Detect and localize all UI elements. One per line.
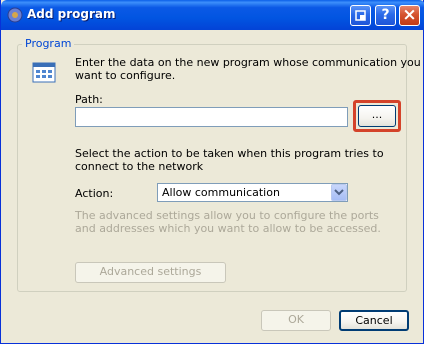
program-window-icon xyxy=(32,62,56,83)
action-select[interactable]: Allow communication xyxy=(157,183,348,202)
action-intro-line1: Select the action to be taken when this … xyxy=(75,147,384,160)
intro-text-line2: want to configure. xyxy=(75,69,176,82)
group-label: Program xyxy=(22,37,75,50)
browse-button[interactable]: ... xyxy=(358,105,396,127)
action-label: Action: xyxy=(75,187,114,200)
ok-button[interactable]: OK xyxy=(261,310,331,331)
close-icon: × xyxy=(402,5,417,25)
tray-icon xyxy=(355,10,366,21)
browse-button-label: ... xyxy=(371,108,383,121)
dropdown-arrow[interactable] xyxy=(331,184,347,201)
chevron-down-icon xyxy=(334,189,344,196)
intro-text-line1: Enter the data on the new program whose … xyxy=(75,56,421,69)
cancel-label: Cancel xyxy=(355,314,393,327)
ok-label: OK xyxy=(288,313,304,326)
path-label: Path: xyxy=(75,93,103,106)
path-input[interactable] xyxy=(75,107,348,127)
close-button[interactable]: × xyxy=(399,5,420,26)
action-selected-value: Allow communication xyxy=(162,186,280,199)
title-bar[interactable]: Add program ? × xyxy=(1,0,424,30)
add-program-dialog: Add program ? × Program Enter the data o… xyxy=(0,0,424,344)
advanced-settings-label: Advanced settings xyxy=(99,265,202,278)
advanced-settings-button[interactable]: Advanced settings xyxy=(75,262,226,283)
minimize-to-tray-button[interactable] xyxy=(350,5,371,26)
cancel-button[interactable]: Cancel xyxy=(339,310,409,331)
advanced-text-line2: and addresses which you want to allow to… xyxy=(75,222,381,235)
action-intro-line2: connect to the network xyxy=(75,160,204,173)
app-icon xyxy=(7,7,23,23)
advanced-text-line1: The advanced settings allow you to confi… xyxy=(75,209,379,222)
help-icon: ? xyxy=(381,7,390,23)
help-button[interactable]: ? xyxy=(375,5,396,26)
window-title: Add program xyxy=(27,7,116,21)
